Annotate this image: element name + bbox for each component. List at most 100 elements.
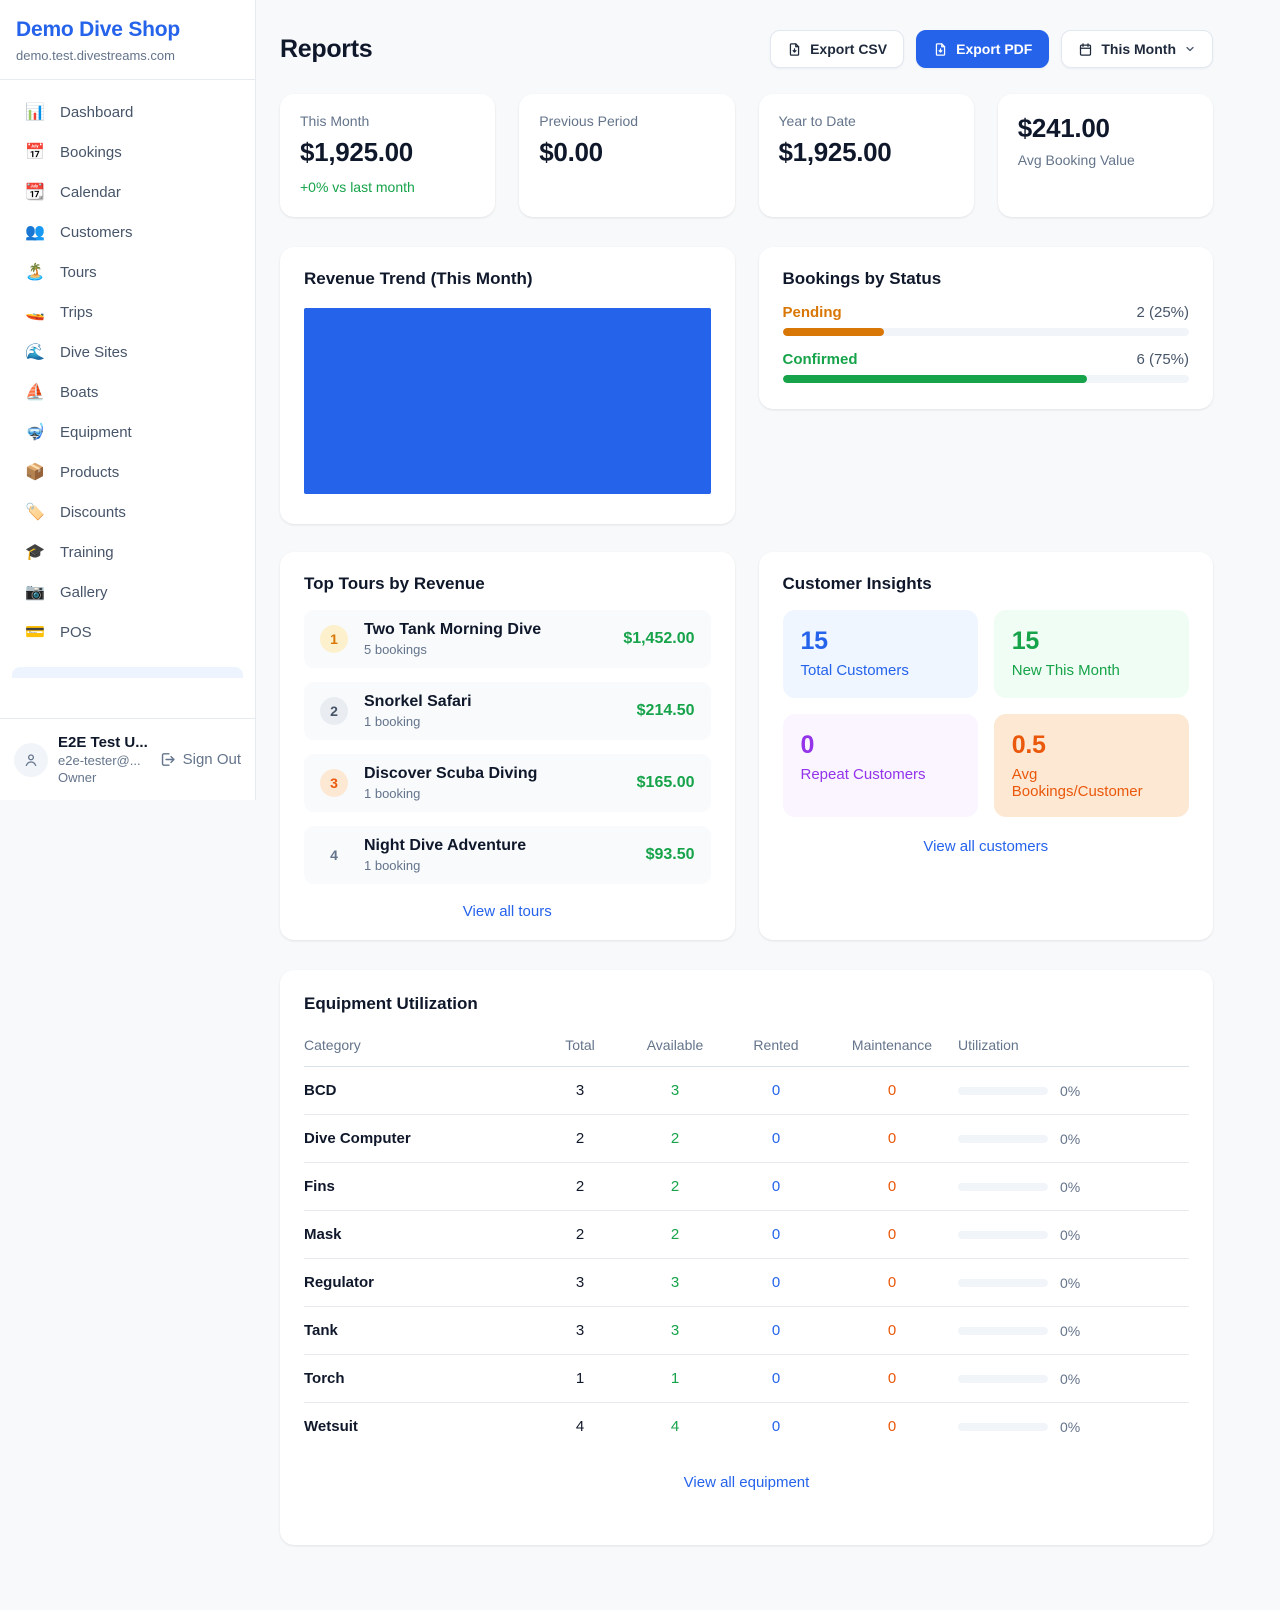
equipment-available: 3 bbox=[624, 1307, 726, 1355]
sidebar-item-label: Tours bbox=[60, 264, 97, 281]
tour-rank-badge: 1 bbox=[320, 625, 348, 653]
sidebar-item-label: Discounts bbox=[60, 504, 126, 521]
calendar-date-icon: 📅 bbox=[24, 142, 46, 162]
column-header-category: Category bbox=[304, 1028, 536, 1067]
tour-name: Discover Scuba Diving bbox=[364, 765, 537, 783]
wave-icon: 🌊 bbox=[24, 342, 46, 362]
equipment-category: Fins bbox=[304, 1163, 536, 1211]
brand-title: Demo Dive Shop bbox=[16, 18, 239, 42]
revenue-trend-chart bbox=[304, 308, 711, 494]
person-icon bbox=[23, 752, 39, 768]
sidebar-item-label: Dashboard bbox=[60, 104, 133, 121]
export-pdf-label: Export PDF bbox=[956, 41, 1032, 57]
equipment-rented: 0 bbox=[726, 1115, 826, 1163]
equipment-category: Torch bbox=[304, 1355, 536, 1403]
customer-insights-card: Customer Insights 15 Total Customers 15 … bbox=[759, 552, 1214, 940]
insight-value: 15 bbox=[801, 627, 960, 656]
sidebar-item-label: Calendar bbox=[60, 184, 121, 201]
insight-value: 0.5 bbox=[1012, 731, 1171, 760]
stat-card-this-month: This Month $1,925.00 +0% vs last month bbox=[280, 94, 495, 217]
sidebar-nav-item[interactable]: 🏷️ Discounts bbox=[12, 492, 243, 532]
status-bar-fill bbox=[783, 375, 1088, 383]
equipment-rented: 0 bbox=[726, 1355, 826, 1403]
sign-out-label: Sign Out bbox=[183, 751, 241, 768]
sidebar-nav-item[interactable]: 🏝️ Tours bbox=[12, 252, 243, 292]
equipment-maintenance: 0 bbox=[826, 1211, 958, 1259]
utilization-bar-track bbox=[958, 1231, 1048, 1239]
stat-delta: +0% vs last month bbox=[300, 179, 475, 195]
stat-value: $241.00 bbox=[1018, 113, 1193, 144]
equipment-available: 2 bbox=[624, 1211, 726, 1259]
column-header-rented: Rented bbox=[726, 1028, 826, 1067]
page-title: Reports bbox=[280, 35, 372, 64]
sidebar-item-label: Gallery bbox=[60, 584, 108, 601]
tour-row[interactable]: 4 Night Dive Adventure 1 booking $93.50 bbox=[304, 826, 711, 884]
file-download-icon bbox=[933, 42, 948, 57]
tour-row[interactable]: 2 Snorkel Safari 1 booking $214.50 bbox=[304, 682, 711, 740]
utilization-percent: 0% bbox=[1060, 1083, 1080, 1099]
equipment-total: 4 bbox=[536, 1403, 624, 1451]
bar-chart-icon: 📊 bbox=[24, 102, 46, 122]
export-csv-label: Export CSV bbox=[810, 41, 887, 57]
equipment-rented: 0 bbox=[726, 1163, 826, 1211]
equipment-category: BCD bbox=[304, 1067, 536, 1115]
utilization-bar-track bbox=[958, 1327, 1048, 1335]
stat-label: This Month bbox=[300, 113, 475, 129]
active-nav-item-partial[interactable] bbox=[12, 667, 243, 678]
tour-bookings-count: 5 bookings bbox=[364, 642, 541, 657]
sidebar-nav-item[interactable]: 👥 Customers bbox=[12, 212, 243, 252]
tour-revenue: $1,452.00 bbox=[623, 630, 694, 648]
sidebar-nav-item[interactable]: 📅 Bookings bbox=[12, 132, 243, 172]
sidebar-item-label: POS bbox=[60, 624, 92, 641]
sidebar-nav-item[interactable]: 🌊 Dive Sites bbox=[12, 332, 243, 372]
sidebar-nav-item[interactable]: 📆 Calendar bbox=[12, 172, 243, 212]
equipment-available: 2 bbox=[624, 1115, 726, 1163]
equipment-table-row: Torch 1 1 0 0 0% bbox=[304, 1355, 1189, 1403]
equipment-table: Category Total Available Rented Maintena… bbox=[304, 1028, 1189, 1450]
view-all-customers-link[interactable]: View all customers bbox=[783, 838, 1190, 855]
equipment-maintenance: 0 bbox=[826, 1355, 958, 1403]
insight-label: Avg Bookings/Customer bbox=[1012, 766, 1171, 800]
equipment-available: 4 bbox=[624, 1403, 726, 1451]
equipment-category: Mask bbox=[304, 1211, 536, 1259]
sidebar-nav-item[interactable]: 🤿 Equipment bbox=[12, 412, 243, 452]
equipment-category: Tank bbox=[304, 1307, 536, 1355]
sidebar-nav-item[interactable]: 📦 Products bbox=[12, 452, 243, 492]
status-bar-track bbox=[783, 375, 1190, 383]
export-csv-button[interactable]: Export CSV bbox=[770, 30, 904, 68]
period-select[interactable]: This Month bbox=[1061, 30, 1213, 68]
status-row: Confirmed 6 (75%) bbox=[783, 351, 1190, 383]
equipment-table-row: Fins 2 2 0 0 0% bbox=[304, 1163, 1189, 1211]
stat-card-avg-booking-value: $241.00 Avg Booking Value bbox=[998, 94, 1213, 217]
sidebar-nav-item[interactable]: 🎓 Training bbox=[12, 532, 243, 572]
stat-value: $0.00 bbox=[539, 137, 714, 168]
tour-revenue: $214.50 bbox=[637, 702, 695, 720]
equipment-table-header: Category Total Available Rented Maintena… bbox=[304, 1028, 1189, 1067]
brand-block: Demo Dive Shop demo.test.divestreams.com bbox=[0, 0, 255, 80]
tour-row[interactable]: 3 Discover Scuba Diving 1 booking $165.0… bbox=[304, 754, 711, 812]
view-all-equipment-link[interactable]: View all equipment bbox=[304, 1474, 1189, 1491]
tour-row[interactable]: 1 Two Tank Morning Dive 5 bookings $1,45… bbox=[304, 610, 711, 668]
credit-card-icon: 💳 bbox=[24, 622, 46, 642]
equipment-rented: 0 bbox=[726, 1403, 826, 1451]
equipment-table-row: BCD 3 3 0 0 0% bbox=[304, 1067, 1189, 1115]
status-list: Pending 2 (25%) Confirmed 6 (75%) bbox=[783, 304, 1190, 383]
export-pdf-button[interactable]: Export PDF bbox=[916, 30, 1049, 68]
equipment-maintenance: 0 bbox=[826, 1115, 958, 1163]
sidebar-nav-item[interactable]: ⛵ Boats bbox=[12, 372, 243, 412]
equipment-category: Wetsuit bbox=[304, 1403, 536, 1451]
sidebar-nav-item[interactable]: 📷 Gallery bbox=[12, 572, 243, 612]
people-icon: 👥 bbox=[24, 222, 46, 242]
view-all-tours-link[interactable]: View all tours bbox=[304, 903, 711, 920]
sidebar-nav-item[interactable]: 🚤 Trips bbox=[12, 292, 243, 332]
file-download-icon bbox=[787, 42, 802, 57]
stat-value: $1,925.00 bbox=[779, 137, 954, 168]
sidebar-item-label: Trips bbox=[60, 304, 93, 321]
utilization-bar-track bbox=[958, 1087, 1048, 1095]
stat-label: Avg Booking Value bbox=[1018, 152, 1193, 168]
tour-list: 1 Two Tank Morning Dive 5 bookings $1,45… bbox=[304, 610, 711, 884]
sidebar-nav-item[interactable]: 📊 Dashboard bbox=[12, 92, 243, 132]
utilization-bar-track bbox=[958, 1135, 1048, 1143]
sidebar-nav-item[interactable]: 💳 POS bbox=[12, 612, 243, 652]
sign-out-button[interactable]: Sign Out bbox=[159, 751, 241, 768]
